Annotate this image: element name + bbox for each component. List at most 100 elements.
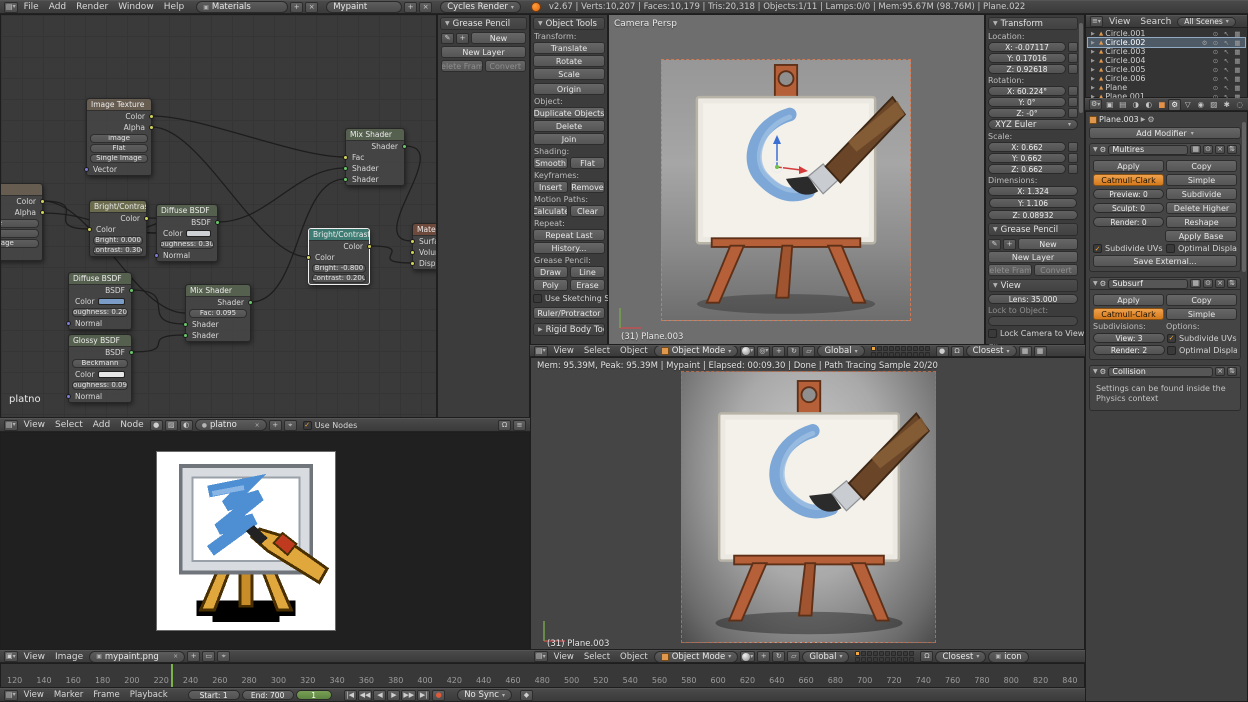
expand-icon[interactable]: ▶	[1091, 76, 1097, 82]
layer-toggle[interactable]	[913, 346, 918, 351]
menu-view[interactable]: View	[1105, 17, 1134, 27]
renderability-toggle[interactable]: ▦	[1233, 48, 1242, 56]
layers-widget[interactable]	[871, 346, 930, 357]
layer-toggle[interactable]	[901, 352, 906, 357]
shader-node[interactable]: Diffuse BSDFBSDFColorRoughness: 0.300Nor…	[156, 204, 218, 262]
visibility-toggle[interactable]: ⊙	[1211, 39, 1220, 47]
socket-dot[interactable]	[410, 239, 415, 244]
renderability-toggle[interactable]: ▦	[1233, 39, 1242, 47]
node-widget[interactable]: image	[0, 219, 39, 228]
gp-new-layer-button[interactable]: New Layer	[441, 46, 526, 58]
lock-icon[interactable]	[1068, 108, 1078, 118]
gp-new-layer-button[interactable]: New Layer	[988, 251, 1078, 263]
lock-icon[interactable]: ●	[936, 346, 949, 357]
node-widget[interactable]: Contrast: 0.200	[312, 274, 366, 283]
manipulator-scale-icon[interactable]: ▱	[787, 651, 800, 662]
scale-y-field[interactable]: Y: 0.662	[988, 153, 1066, 163]
lock-icon[interactable]	[1068, 153, 1078, 163]
node-editor-canvas[interactable]: Image TextureColorAlphaimageFlatSingle I…	[0, 14, 437, 418]
layer-toggle[interactable]	[877, 352, 882, 357]
socket-dot[interactable]	[129, 288, 134, 293]
shader-node[interactable]: Bright/ContrastColorColorBright: -0.800C…	[308, 228, 370, 285]
location-x-field[interactable]: X: -0.07117	[988, 42, 1066, 52]
lock-icon[interactable]	[1068, 53, 1078, 63]
lock-icon[interactable]	[1068, 86, 1078, 96]
rotation-mode-select[interactable]: XYZ Euler▾	[988, 119, 1078, 130]
gp-new-button[interactable]: New	[1018, 238, 1078, 250]
catmull-clark-toggle[interactable]: Catmull-Clark	[1093, 308, 1164, 320]
menu-frame[interactable]: Frame	[89, 690, 123, 700]
location-z-field[interactable]: Z: 0.92618	[988, 64, 1066, 74]
node-header[interactable]: Material Output	[413, 224, 437, 236]
viewport-rendered[interactable]: Mem: 95.39M, Peak: 95.39M | Mypaint | El…	[530, 357, 1085, 650]
pivot-point-icon[interactable]: ◎▾	[757, 346, 770, 357]
socket-dot[interactable]	[306, 255, 311, 260]
shader-node[interactable]: Image TextureColorAlphaimageFlatSingle I…	[86, 98, 152, 176]
layer-toggle[interactable]	[885, 657, 890, 662]
outliner-item[interactable]: ▶▲Circle.003⊙↖▦	[1088, 47, 1245, 56]
scene-select[interactable]: Mypaint	[326, 1, 402, 13]
sculpt-level-field[interactable]: Sculpt: 0	[1093, 203, 1164, 213]
location-y-field[interactable]: Y: 0.17016	[988, 53, 1066, 63]
socket-dot[interactable]	[149, 125, 154, 130]
ruler-protractor-button[interactable]: Ruler/Protractor	[533, 307, 605, 319]
menu-window[interactable]: Window	[114, 2, 158, 12]
layer-toggle[interactable]	[883, 352, 888, 357]
properties-tab-particles[interactable]: ✱	[1220, 99, 1233, 111]
socket-dot[interactable]	[183, 333, 188, 338]
open-image-button[interactable]: ▭	[202, 651, 215, 662]
menu-view[interactable]: View	[20, 690, 48, 700]
layer-toggle[interactable]	[861, 651, 866, 656]
delete-higher-button[interactable]: Delete Higher	[1166, 202, 1237, 214]
menu-object[interactable]: Object	[616, 652, 652, 662]
renderability-toggle[interactable]: ▦	[1233, 84, 1242, 92]
layer-toggle[interactable]	[867, 657, 872, 662]
layer-toggle[interactable]	[879, 657, 884, 662]
layer-toggle[interactable]	[889, 352, 894, 357]
preview-level-field[interactable]: Preview: 0	[1093, 189, 1164, 199]
properties-tab-texture[interactable]: ▨	[1207, 99, 1220, 111]
gp-erase-button[interactable]: Erase	[570, 279, 605, 291]
node-color-swatch[interactable]: Color	[157, 228, 217, 239]
translate-button[interactable]: Translate	[533, 42, 605, 54]
layer-toggle[interactable]	[855, 657, 860, 662]
shader-nodes-icon[interactable]: ●	[150, 420, 163, 431]
socket-dot[interactable]	[129, 350, 134, 355]
origin-button[interactable]: Origin	[533, 83, 605, 95]
socket-dot[interactable]	[183, 322, 188, 327]
gp-line-button[interactable]: Line	[570, 266, 605, 278]
menu-render[interactable]: Render	[72, 2, 112, 12]
node-header[interactable]: Glossy BSDF	[69, 335, 131, 347]
selectability-toggle[interactable]: ↖	[1222, 57, 1231, 65]
node-header[interactable]: Bright/Contrast	[309, 229, 369, 241]
opengl-render-icon[interactable]: ▦	[1019, 346, 1032, 357]
renderability-toggle[interactable]: ▦	[1233, 30, 1242, 38]
properties-tab-world[interactable]: ◐	[1142, 99, 1155, 111]
manipulator-rotate-icon[interactable]: ↻	[772, 651, 785, 662]
layers-widget[interactable]	[855, 651, 914, 662]
apply-button[interactable]: Apply	[1093, 294, 1164, 306]
join-button[interactable]: Join	[533, 133, 605, 145]
grease-pencil-panel-header[interactable]: ▼Grease Pencil	[440, 17, 527, 30]
node-widget[interactable]: Flat	[0, 229, 39, 238]
layer-toggle[interactable]	[867, 651, 872, 656]
visibility-toggle[interactable]: ⊙	[1211, 75, 1220, 83]
layer-toggle[interactable]	[891, 657, 896, 662]
collision-modifier-header[interactable]: ▼ ⚙ Collision × ⇅	[1089, 365, 1241, 378]
socket-dot[interactable]	[40, 210, 45, 215]
transport-button-1[interactable]: ◀◀	[358, 690, 373, 701]
screen-layout-select[interactable]: ▣Materials	[196, 1, 288, 13]
selectability-toggle[interactable]: ↖	[1222, 75, 1231, 83]
layer-toggle[interactable]	[861, 657, 866, 662]
view-panel-header[interactable]: ▼View	[988, 279, 1078, 292]
snap-icon[interactable]: Ω	[498, 420, 511, 431]
layer-toggle[interactable]	[903, 651, 908, 656]
lock-icon[interactable]	[1068, 64, 1078, 74]
snap-magnet-icon[interactable]: Ω	[951, 346, 964, 357]
display-mode-select[interactable]: All Scenes▾	[1177, 17, 1235, 27]
properties-tab-modifiers[interactable]: ⚙	[1168, 99, 1181, 111]
view-subdivisions-field[interactable]: View: 3	[1093, 333, 1165, 343]
visibility-toggle[interactable]: ⊙	[1211, 84, 1220, 92]
outliner-item[interactable]: ▶▲Circle.005⊙↖▦	[1088, 65, 1245, 74]
node-header[interactable]: Mix Shader	[186, 285, 250, 297]
